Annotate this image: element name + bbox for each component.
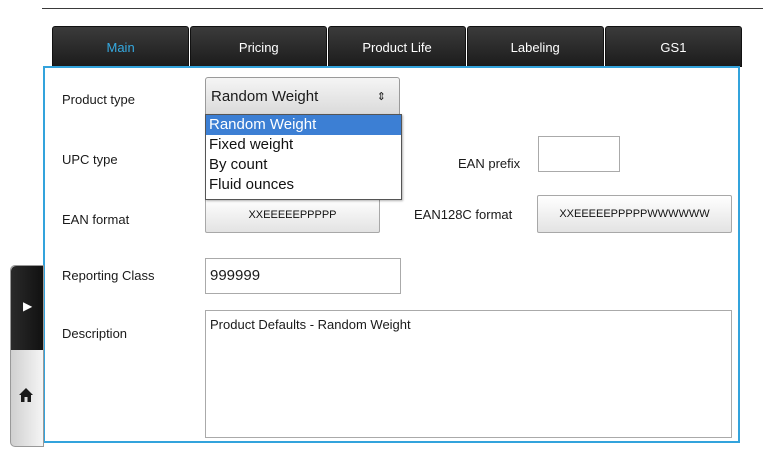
ean-format-label: EAN format <box>62 212 130 227</box>
product-type-label: Product type <box>62 92 135 107</box>
description-textarea[interactable]: Product Defaults - Random Weight <box>205 310 732 438</box>
dropdown-option-random-weight[interactable]: Random Weight <box>206 115 401 135</box>
home-icon[interactable] <box>17 386 35 404</box>
top-divider <box>42 8 763 9</box>
product-type-value: Random Weight <box>211 88 319 105</box>
tab-bar: Main Pricing Product Life Labeling GS1 <box>52 26 743 67</box>
product-type-select[interactable]: Random Weight ⇕ <box>205 77 400 117</box>
ean-format-button[interactable]: XXEEEEEPPPPP <box>205 197 380 233</box>
tab-labeling[interactable]: Labeling <box>466 26 604 67</box>
ean128c-format-button[interactable]: XXEEEEEPPPPPWWWWWW <box>537 195 732 233</box>
ean128c-format-label: EAN128C format <box>414 207 513 222</box>
tab-gs1[interactable]: GS1 <box>604 26 743 67</box>
side-navigation-handle: ▶ <box>10 265 44 447</box>
reporting-class-label: Reporting Class <box>62 268 155 283</box>
dropdown-option-fluid-ounces[interactable]: Fluid ounces <box>206 175 401 195</box>
dropdown-option-by-count[interactable]: By count <box>206 155 401 175</box>
ean-prefix-input[interactable] <box>538 136 620 172</box>
reporting-class-input[interactable]: 999999 <box>205 258 401 294</box>
tab-product-life[interactable]: Product Life <box>328 26 466 67</box>
updown-arrow-icon: ⇕ <box>376 91 386 103</box>
tab-main[interactable]: Main <box>52 26 190 67</box>
chevron-right-icon: ▶ <box>23 299 33 313</box>
tab-pricing[interactable]: Pricing <box>190 26 328 67</box>
description-label: Description <box>62 326 128 341</box>
dropdown-option-fixed-weight[interactable]: Fixed weight <box>206 135 401 155</box>
product-type-dropdown[interactable]: Random Weight Fixed weight By count Flui… <box>205 114 402 200</box>
side-expand-button[interactable]: ▶ <box>11 266 43 350</box>
ean-prefix-label: EAN prefix <box>458 156 521 171</box>
main-form-panel: Product type Random Weight ⇕ Random Weig… <box>43 66 740 443</box>
upc-type-label: UPC type <box>62 152 118 167</box>
